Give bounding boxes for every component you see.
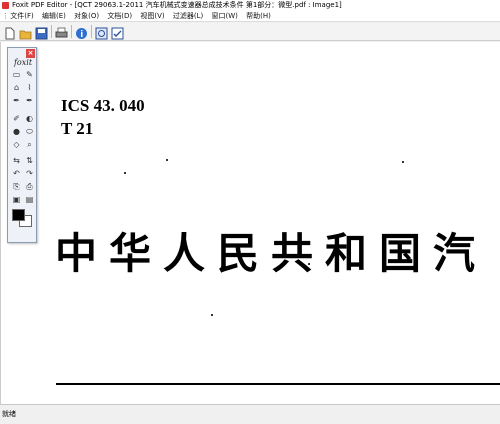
scan-speck bbox=[166, 159, 168, 161]
document-canvas[interactable]: ICS 43. 040 T 21 中华人民共和国汽 bbox=[0, 42, 500, 404]
tool-palette[interactable]: × foxit ▭ ✎ ⌂ ⌇ ✒ ✒ ✐ ◐ ● ⬭ ◇ ⌕ ⇆ ⇅ ↶ ↷ … bbox=[7, 47, 37, 243]
print-icon[interactable] bbox=[55, 25, 68, 38]
scan-speck bbox=[211, 314, 213, 316]
zoom-icon[interactable]: ⌕ bbox=[25, 140, 34, 149]
freeform-icon[interactable]: ⌇ bbox=[25, 83, 34, 92]
checkbox-icon[interactable] bbox=[111, 25, 124, 40]
new-doc-icon[interactable] bbox=[3, 25, 16, 40]
foreground-color-swatch[interactable] bbox=[12, 209, 25, 221]
select-icon[interactable] bbox=[95, 25, 108, 40]
flip-vertical-icon[interactable]: ⇅ bbox=[25, 156, 34, 165]
status-bar: 就绪 bbox=[0, 404, 500, 424]
menu-view[interactable]: 视图(V) bbox=[140, 12, 164, 20]
layers-icon[interactable]: ▤ bbox=[25, 195, 34, 204]
eraser-icon[interactable]: ◇ bbox=[12, 140, 21, 149]
copy-icon[interactable]: ⎘ bbox=[12, 182, 21, 191]
open-folder-icon[interactable] bbox=[19, 25, 32, 40]
document-heading: 中华人民共和国汽 bbox=[55, 229, 488, 278]
menu-document[interactable]: 文档(D) bbox=[107, 12, 132, 20]
menu-grip-icon: ⋮ bbox=[2, 12, 9, 20]
ics-code: ICS 43. 040 bbox=[61, 96, 145, 115]
scan-speck bbox=[124, 172, 126, 174]
toolbar-separator bbox=[71, 25, 72, 38]
info-icon[interactable] bbox=[75, 25, 88, 39]
standard-category: T 21 bbox=[61, 119, 94, 138]
undo-icon[interactable]: ↶ bbox=[12, 169, 21, 178]
menu-bar: ⋮ 文件(F) 编辑(E) 对象(O) 文档(D) 视图(V) 过滤器(L) 窗… bbox=[0, 11, 500, 22]
scan-speck bbox=[308, 263, 310, 265]
menu-file[interactable]: 文件(F) bbox=[10, 12, 34, 20]
menu-filter[interactable]: 过滤器(L) bbox=[173, 12, 203, 20]
save-icon[interactable] bbox=[35, 25, 48, 40]
window-title-bar: Foxit PDF Editor - [QCT 29063.1-2011 汽车机… bbox=[0, 0, 500, 11]
menu-object[interactable]: 对象(O) bbox=[74, 12, 99, 20]
lasso-icon[interactable]: ⌂ bbox=[12, 83, 21, 92]
rect-select-icon[interactable]: ▭ bbox=[12, 70, 21, 79]
paste-icon[interactable]: ⎙ bbox=[25, 182, 34, 191]
ellipse-icon[interactable]: ⬭ bbox=[25, 127, 34, 136]
menu-window[interactable]: 窗口(W) bbox=[212, 12, 238, 20]
close-icon[interactable]: × bbox=[26, 49, 35, 58]
scan-speck bbox=[402, 161, 404, 163]
toolbar-separator bbox=[91, 25, 92, 38]
main-toolbar bbox=[0, 23, 500, 41]
toolbar-separator bbox=[51, 25, 52, 38]
menu-edit[interactable]: 编辑(E) bbox=[42, 12, 66, 20]
brush-icon[interactable]: ✒ bbox=[25, 96, 34, 105]
flip-horizontal-icon[interactable]: ⇆ bbox=[12, 156, 21, 165]
menu-help[interactable]: 帮助(H) bbox=[246, 12, 271, 20]
app-icon bbox=[2, 2, 9, 9]
fill-icon[interactable]: ◐ bbox=[25, 114, 34, 123]
redo-icon[interactable]: ↷ bbox=[25, 169, 34, 178]
horizontal-rule bbox=[56, 383, 500, 385]
status-text: 就绪 bbox=[2, 410, 16, 418]
dot-icon[interactable]: ● bbox=[12, 127, 21, 136]
foxit-logo: foxit bbox=[13, 58, 33, 67]
pencil-icon[interactable]: ✎ bbox=[25, 70, 34, 79]
marker-icon[interactable]: ✐ bbox=[12, 114, 21, 123]
window-title: Foxit PDF Editor - [QCT 29063.1-2011 汽车机… bbox=[12, 1, 342, 9]
image-icon[interactable]: ▣ bbox=[12, 195, 21, 204]
pen-icon[interactable]: ✒ bbox=[12, 96, 21, 105]
